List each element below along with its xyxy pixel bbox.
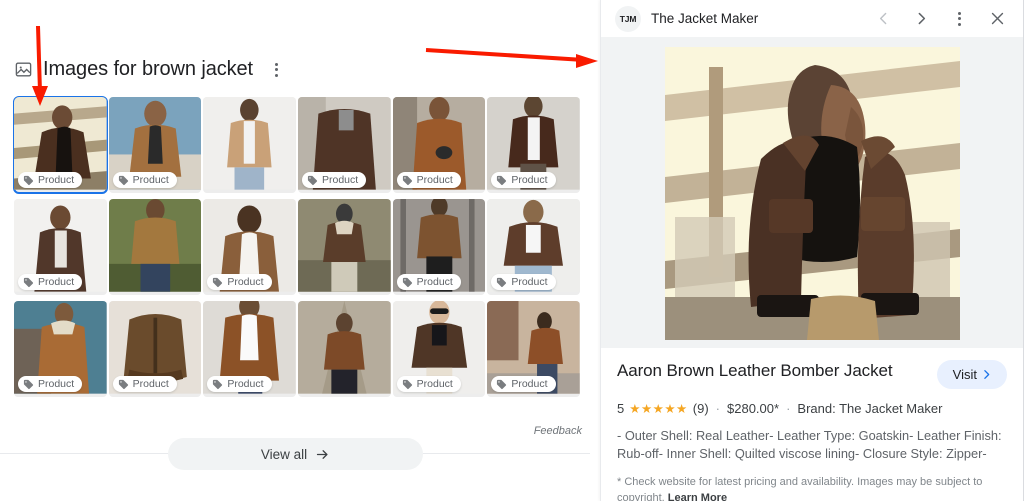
product-badge: Product xyxy=(301,172,367,188)
product-badge-label: Product xyxy=(132,174,169,186)
kebab-menu-icon xyxy=(957,11,961,26)
image-thumbnail-12[interactable]: Product xyxy=(487,199,580,295)
product-badge: Product xyxy=(207,274,272,290)
product-badge-label: Product xyxy=(511,276,548,288)
panel-overflow-button[interactable] xyxy=(945,5,973,33)
image-thumbnail-9[interactable]: Product xyxy=(203,199,296,295)
visit-button[interactable]: Visit xyxy=(936,360,1007,389)
review-count: (9) xyxy=(692,401,709,416)
view-all-row: View all xyxy=(0,438,600,470)
brand-avatar: TJM xyxy=(615,5,641,32)
product-badge-label: Product xyxy=(227,378,264,390)
close-panel-button[interactable] xyxy=(983,5,1011,33)
product-title: Aaron Brown Leather Bomber Jacket xyxy=(617,361,893,380)
visit-label: Visit xyxy=(952,367,977,382)
image-thumbnail-grid: Product Product Product Product Product … xyxy=(13,96,580,397)
product-brand: Brand: The Jacket Maker xyxy=(797,401,943,416)
chevron-left-icon xyxy=(879,12,886,25)
product-badge: Product xyxy=(396,376,461,392)
product-badge-label: Product xyxy=(38,276,75,288)
product-badge: Product xyxy=(396,274,461,290)
separator: · xyxy=(786,401,791,416)
image-thumbnail-17[interactable]: Product xyxy=(392,301,486,397)
product-badge-label: Product xyxy=(416,174,453,186)
image-thumbnail-8[interactable] xyxy=(108,199,202,295)
chevron-right-icon xyxy=(980,368,993,381)
close-icon xyxy=(991,12,1003,25)
product-badge-label: Product xyxy=(416,276,453,288)
product-title-row: Aaron Brown Leather Bomber Jacket Visit xyxy=(617,360,1007,389)
product-badge-label: Product xyxy=(416,378,453,390)
product-badge-label: Product xyxy=(132,378,169,390)
product-badge: Product xyxy=(491,172,556,188)
image-thumbnail-3[interactable] xyxy=(203,97,296,193)
pricing-disclaimer: * Check website for latest pricing and a… xyxy=(617,474,1007,501)
product-badge-label: Product xyxy=(321,174,359,186)
product-description: - Outer Shell: Real Leather- Leather Typ… xyxy=(617,428,1002,461)
product-badge-label: Product xyxy=(38,378,75,390)
product-badge: Product xyxy=(18,172,83,188)
panel-header: TJM The Jacket Maker xyxy=(601,0,1023,38)
product-badge-label: Product xyxy=(511,378,548,390)
product-hero-image xyxy=(664,46,960,340)
product-badge: Product xyxy=(18,274,83,290)
learn-more-link[interactable]: Learn More xyxy=(668,492,727,501)
product-badge: Product xyxy=(491,376,556,392)
rating-value: 5 xyxy=(617,401,625,416)
chevron-right-icon xyxy=(918,12,925,25)
image-thumbnail-10[interactable] xyxy=(297,199,391,295)
panel-title: The Jacket Maker xyxy=(651,11,759,26)
image-thumbnail-5[interactable]: Product xyxy=(392,97,486,193)
product-meta-row: 5 ★★★★★ (9) · $280.00* · Brand: The Jack… xyxy=(617,401,1007,416)
product-badge: Product xyxy=(112,376,177,392)
image-thumbnail-6[interactable]: Product xyxy=(487,97,580,193)
screenshot-root: Images for brown jacket Product Product … xyxy=(0,0,1024,501)
image-thumbnail-7[interactable]: Product xyxy=(14,199,107,295)
view-all-label: View all xyxy=(260,446,308,462)
product-badge: Product xyxy=(396,172,461,188)
feedback-link[interactable]: Feedback xyxy=(534,425,582,437)
image-thumbnail-13[interactable]: Product xyxy=(14,301,107,397)
product-side-panel: TJM The Jacket Maker Aaron Brown Leather… xyxy=(600,0,1024,501)
images-module-header: Images for brown jacket xyxy=(14,58,284,81)
view-all-button[interactable]: View all xyxy=(168,438,423,470)
image-thumbnail-1[interactable]: Product xyxy=(13,96,108,194)
rating-stars: ★★★★★ xyxy=(629,402,688,416)
product-badge: Product xyxy=(207,376,272,392)
separator: · xyxy=(715,401,720,416)
image-icon xyxy=(14,60,33,79)
product-price: $280.00* xyxy=(727,401,780,416)
forward-button[interactable] xyxy=(907,5,935,33)
product-badge: Product xyxy=(112,172,177,188)
image-thumbnail-15[interactable]: Product xyxy=(203,301,296,397)
images-results-module: Images for brown jacket Product Product … xyxy=(0,0,600,501)
image-thumbnail-4[interactable]: Product xyxy=(297,97,391,193)
page-title: Images for brown jacket xyxy=(43,58,254,80)
image-thumbnail-11[interactable]: Product xyxy=(392,199,486,295)
arrow-right-icon xyxy=(315,447,330,462)
hero-image-container[interactable] xyxy=(601,38,1023,348)
product-badge-label: Product xyxy=(38,174,75,186)
image-thumbnail-2[interactable]: Product xyxy=(108,97,202,193)
product-details: Aaron Brown Leather Bomber Jacket Visit … xyxy=(601,348,1023,501)
product-badge: Product xyxy=(18,376,83,392)
image-thumbnail-18[interactable]: Product xyxy=(487,301,580,397)
back-button[interactable] xyxy=(869,5,897,33)
kebab-menu-icon[interactable] xyxy=(269,59,284,81)
product-badge: Product xyxy=(491,274,556,290)
product-badge-label: Product xyxy=(511,174,548,186)
image-thumbnail-14[interactable]: Product xyxy=(108,301,202,397)
product-badge-label: Product xyxy=(227,276,264,288)
image-thumbnail-16[interactable] xyxy=(297,301,391,397)
